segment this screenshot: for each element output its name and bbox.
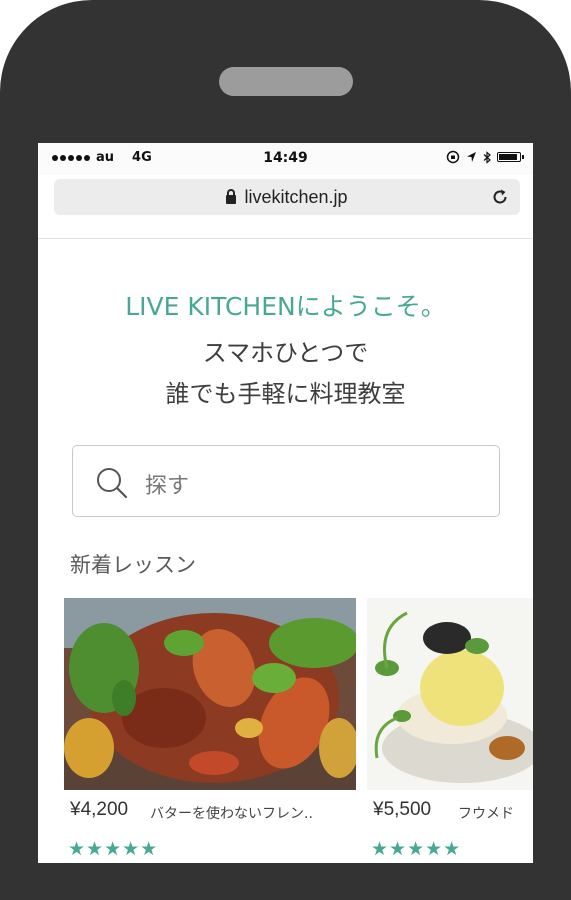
lesson-card[interactable]: ¥5,500 フウメド ★★★★★ [367, 598, 533, 860]
location-icon [467, 152, 476, 162]
search-icon [97, 468, 128, 499]
rating-stars: ★★★★★ [68, 838, 159, 860]
lesson-photo [64, 598, 356, 790]
url-display[interactable]: livekitchen.jp [54, 187, 520, 208]
search-placeholder: 探す [145, 474, 190, 499]
orientation-lock-icon [446, 150, 460, 164]
url-text: livekitchen.jp [244, 187, 348, 207]
rating-stars: ★★★★★ [371, 838, 462, 860]
lesson-price: ¥5,500 [373, 799, 432, 820]
hero-title: LIVE KITCHENにようこそ。 [125, 292, 446, 321]
phone-speaker [219, 67, 353, 96]
status-bar: au 4G 14:49 [38, 143, 533, 175]
lesson-name: バターを使わないフレン.. [150, 806, 313, 822]
bluetooth-icon [483, 150, 491, 164]
battery-icon [497, 152, 524, 162]
reload-icon[interactable] [490, 187, 510, 207]
address-bar[interactable]: livekitchen.jp [54, 179, 520, 215]
lesson-image-fish[interactable] [367, 598, 533, 790]
lesson-name: フウメド [458, 806, 514, 822]
lesson-card[interactable]: ¥4,200 バターを使わないフレン.. ★★★★★ [64, 598, 356, 860]
hero-tagline-2: 誰でも手軽に料理教室 [165, 380, 406, 408]
search-input[interactable]: 探す [72, 445, 500, 517]
status-right [446, 150, 524, 164]
phone-frame: au 4G 14:49 livekitchen.jp LIVE KITCHENに… [0, 0, 571, 900]
lesson-photo [367, 598, 533, 790]
lesson-price: ¥4,200 [70, 799, 129, 820]
section-title-new-lessons: 新着レッスン [70, 553, 196, 577]
lesson-image-octopus[interactable] [64, 598, 356, 790]
phone-screen: au 4G 14:49 livekitchen.jp LIVE KITCHENに… [38, 143, 533, 863]
lock-icon [226, 189, 237, 204]
header-divider [38, 238, 533, 239]
hero-tagline-1: スマホひとつで [202, 339, 369, 367]
